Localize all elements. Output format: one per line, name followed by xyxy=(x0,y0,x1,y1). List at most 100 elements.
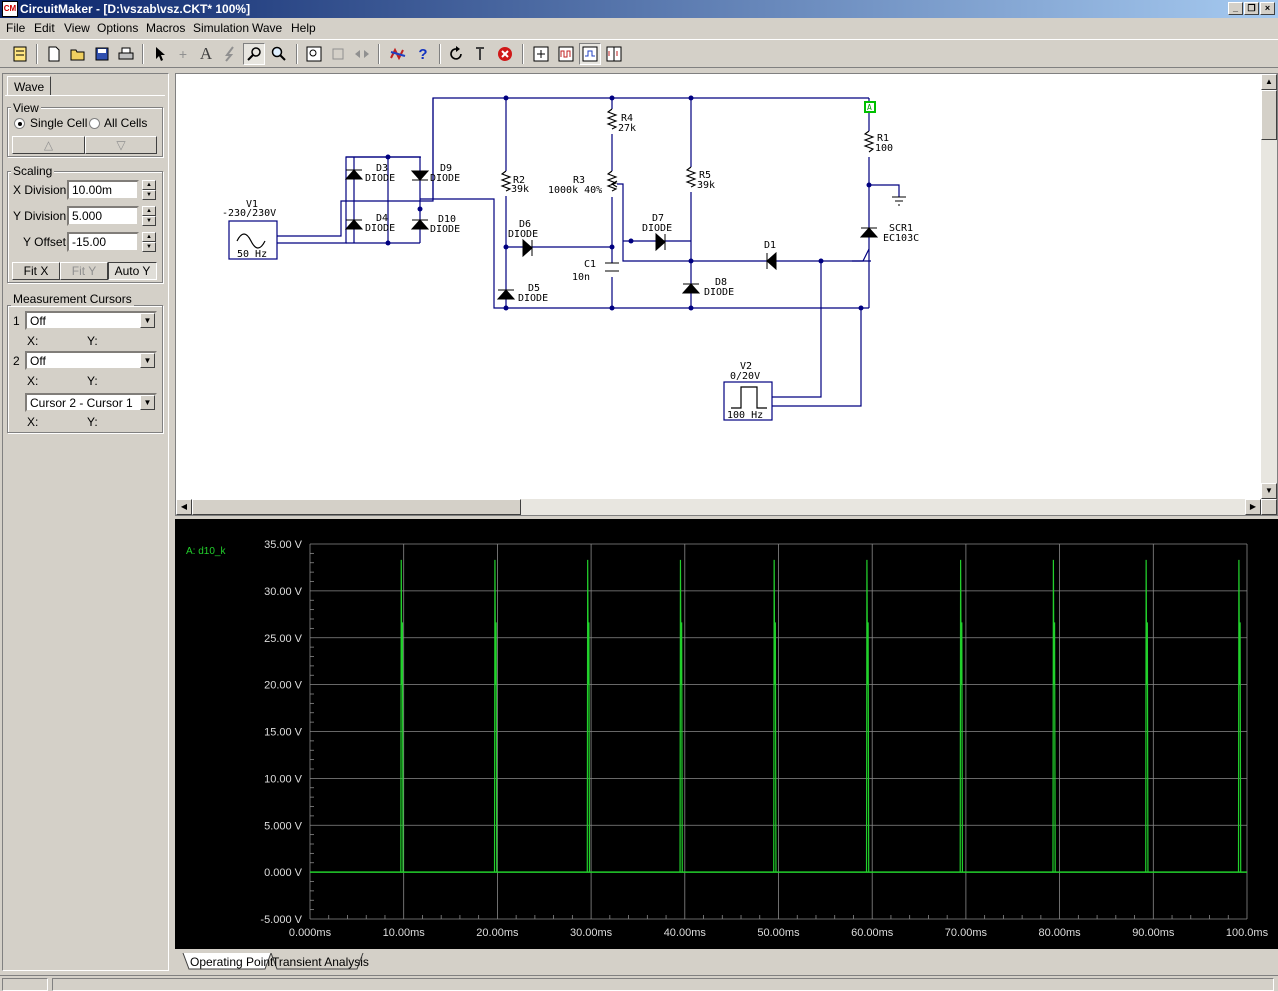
cell-up-button[interactable]: △ xyxy=(12,136,85,154)
separator xyxy=(296,44,298,64)
arrow-tool-icon[interactable] xyxy=(149,43,171,65)
close-button[interactable]: × xyxy=(1260,2,1275,15)
rotate-icon[interactable] xyxy=(327,43,349,65)
x-division-spinner[interactable]: ▲ ▼ xyxy=(142,180,156,200)
y-offset-spinner[interactable]: ▲ ▼ xyxy=(142,232,156,252)
tab-wave[interactable]: Wave xyxy=(7,76,51,96)
probe-tool-icon[interactable] xyxy=(219,43,241,65)
menu-simulation[interactable]: Simulation xyxy=(193,21,249,35)
cursor-diff-select[interactable]: Cursor 2 - Cursor 1 ▼ xyxy=(25,393,157,412)
open-folder-icon[interactable] xyxy=(67,43,89,65)
auto-y-button[interactable]: Auto Y xyxy=(108,262,157,280)
parts-icon[interactable] xyxy=(9,43,31,65)
probe-pen-icon[interactable] xyxy=(243,43,265,65)
digital-logic-icon[interactable] xyxy=(387,43,409,65)
y-tick-label: 35.00 V xyxy=(264,539,303,551)
d5-model-label: DIODE xyxy=(518,293,548,304)
d7-model-label: DIODE xyxy=(642,223,672,234)
tab-divider xyxy=(5,95,165,96)
y-tick-label: 25.00 V xyxy=(264,633,303,645)
y-tick-label: 10.00 V xyxy=(264,773,303,785)
cursor1-select[interactable]: Off ▼ xyxy=(25,311,157,330)
reset-icon[interactable] xyxy=(446,43,468,65)
menu-file[interactable]: File xyxy=(6,21,25,35)
zoom-fit-icon[interactable] xyxy=(303,43,325,65)
cursor2-x-label: X: xyxy=(27,374,39,388)
single-cell-radio[interactable] xyxy=(14,118,25,129)
cell-down-button[interactable]: ▽ xyxy=(85,136,157,154)
fit-x-button[interactable]: Fit X xyxy=(12,262,60,280)
save-icon[interactable] xyxy=(91,43,113,65)
y-offset-label: Y Offset xyxy=(23,235,66,249)
chevron-down-icon[interactable]: ▼ xyxy=(140,353,155,368)
zoom-icon[interactable] xyxy=(268,43,290,65)
diff-x-label: X: xyxy=(27,415,39,429)
tab-transient-analysis[interactable]: Transient Analysis xyxy=(268,953,373,971)
scroll-up-icon[interactable]: ▲ xyxy=(1261,74,1277,90)
y-tick-label: -5.000 V xyxy=(260,914,302,926)
horizontal-scrollbar[interactable]: ◀ ▶ xyxy=(176,499,1261,515)
separator xyxy=(36,44,38,64)
separator xyxy=(522,44,524,64)
wire-tool-icon[interactable]: + xyxy=(172,43,194,65)
cursor2-select[interactable]: Off ▼ xyxy=(25,351,157,370)
schematic-canvas[interactable]: A V1 -230/230V 50 Hz D3 DIODE D4 DIODE D… xyxy=(175,73,1278,516)
step-icon[interactable] xyxy=(469,43,491,65)
help-icon[interactable]: ? xyxy=(412,43,434,65)
y-division-input[interactable]: 5.000 xyxy=(67,206,139,226)
separator xyxy=(378,44,380,64)
diff-y-label: Y: xyxy=(87,415,98,429)
text-tool-icon[interactable]: A xyxy=(195,43,217,65)
r5-value-label: 39k xyxy=(697,180,715,191)
restore-button[interactable]: ❐ xyxy=(1244,2,1259,15)
analyses-icon[interactable] xyxy=(530,43,552,65)
scroll-left-icon[interactable]: ◀ xyxy=(176,499,192,515)
menu-wave[interactable]: Wave xyxy=(252,21,282,35)
cursor1-value: Off xyxy=(30,314,46,328)
probe-label: A xyxy=(867,103,872,112)
separator xyxy=(439,44,441,64)
menu-macros[interactable]: Macros xyxy=(146,21,185,35)
menu-help[interactable]: Help xyxy=(291,21,316,35)
print-icon[interactable] xyxy=(115,43,137,65)
stop-icon[interactable] xyxy=(494,43,516,65)
x-division-input[interactable]: 10.00m xyxy=(67,180,139,200)
menu-edit[interactable]: Edit xyxy=(34,21,55,35)
fit-y-button[interactable]: Fit Y xyxy=(60,262,108,280)
y-offset-input[interactable]: -15.00 xyxy=(67,232,139,252)
menu-options[interactable]: Options xyxy=(97,21,138,35)
chevron-down-icon[interactable]: ▼ xyxy=(140,313,155,328)
cursor1-number: 1 xyxy=(13,314,20,328)
vertical-scroll-thumb[interactable] xyxy=(1261,90,1277,140)
wave-panel: Wave View Single Cell All Cells △ ▽ Scal… xyxy=(2,73,169,971)
x-tick-label: 30.00ms xyxy=(570,927,613,939)
scroll-right-icon[interactable]: ▶ xyxy=(1245,499,1261,515)
c1-value-label: 10n xyxy=(572,272,590,283)
menu-view[interactable]: View xyxy=(64,21,90,35)
v1-range-label: -230/230V xyxy=(222,208,276,219)
scope-icon[interactable] xyxy=(579,43,601,65)
minimize-button[interactable]: _ xyxy=(1228,2,1243,15)
x-tick-label: 40.00ms xyxy=(664,927,707,939)
r1-value-label: 100 xyxy=(875,143,893,154)
cursor1-x-label: X: xyxy=(27,334,39,348)
y-tick-label: 20.00 V xyxy=(264,680,303,692)
mirror-icon[interactable] xyxy=(351,43,373,65)
tab-operating-point[interactable]: Operating Point xyxy=(186,953,277,971)
y-division-spinner[interactable]: ▲ ▼ xyxy=(142,206,156,226)
all-cells-radio[interactable] xyxy=(89,118,100,129)
new-file-icon[interactable] xyxy=(43,43,65,65)
y-tick-label: 0.000 V xyxy=(264,867,303,879)
waveform-icon[interactable] xyxy=(555,43,577,65)
x-tick-label: 20.00ms xyxy=(476,927,519,939)
horizontal-scroll-thumb[interactable] xyxy=(192,499,521,515)
waveform-view[interactable]: 35.00 V 30.00 V 25.00 V 20.00 V 15.00 V 10.00… xyxy=(175,519,1278,949)
split-view-icon[interactable] xyxy=(603,43,625,65)
y-tick-label: 5.000 V xyxy=(264,820,303,832)
d8-model-label: DIODE xyxy=(704,287,734,298)
chevron-down-icon[interactable]: ▼ xyxy=(140,395,155,410)
d4-model-label: DIODE xyxy=(365,223,395,234)
view-legend: View xyxy=(11,101,41,115)
vertical-scrollbar[interactable]: ▲ ▼ xyxy=(1261,74,1277,499)
scroll-down-icon[interactable]: ▼ xyxy=(1261,483,1277,499)
